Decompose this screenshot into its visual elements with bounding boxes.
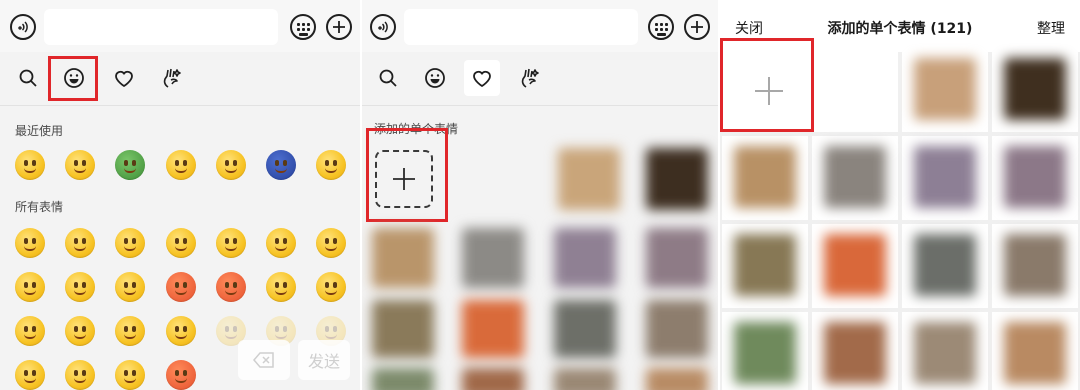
sticker-thumb[interactable] xyxy=(554,368,616,390)
sticker-thumb[interactable] xyxy=(992,224,1078,308)
sticker-thumb[interactable] xyxy=(646,368,708,390)
sticker-thumb[interactable] xyxy=(646,228,708,288)
favorites-tab[interactable] xyxy=(464,60,500,96)
send-button[interactable]: 发送 xyxy=(298,340,350,380)
voice-icon[interactable] xyxy=(370,14,396,40)
emoji-item[interactable] xyxy=(266,150,296,180)
emoji-item[interactable] xyxy=(115,316,145,346)
emoji-item[interactable] xyxy=(65,272,95,302)
sticker-thumb[interactable] xyxy=(646,300,708,358)
sticker-thumb[interactable] xyxy=(722,136,808,220)
emoji-item[interactable] xyxy=(216,272,246,302)
sticker-thumb[interactable] xyxy=(554,228,616,288)
emoji-item[interactable] xyxy=(15,316,45,346)
sticker-thumb[interactable] xyxy=(812,224,898,308)
heart-icon xyxy=(473,70,491,88)
sticker-thumb[interactable] xyxy=(462,300,524,358)
add-sticker-highlight xyxy=(720,38,814,132)
emoji-item[interactable] xyxy=(65,228,95,258)
sticker-thumb[interactable] xyxy=(992,312,1078,390)
sticker-thumb[interactable] xyxy=(558,148,620,210)
emoji-item[interactable] xyxy=(316,150,346,180)
emoji-item[interactable] xyxy=(65,316,95,346)
sticker-thumb[interactable] xyxy=(992,136,1078,220)
plus-icon[interactable] xyxy=(684,14,710,40)
sticker-thumb[interactable] xyxy=(722,224,808,308)
keyboard-icon[interactable] xyxy=(648,14,674,40)
emoji-item[interactable] xyxy=(115,228,145,258)
emoji-item[interactable] xyxy=(115,360,145,390)
emoji-item[interactable] xyxy=(15,272,45,302)
search-icon[interactable] xyxy=(370,60,406,96)
hand-sticker-icon[interactable] xyxy=(154,60,190,96)
emoji-item[interactable] xyxy=(216,150,246,180)
sticker-thumb[interactable] xyxy=(554,300,616,358)
page-title: 添加的单个表情 (121) xyxy=(827,21,973,37)
search-icon[interactable] xyxy=(10,60,46,96)
input-bar xyxy=(0,0,360,52)
emoji-item[interactable] xyxy=(166,150,196,180)
heart-icon[interactable] xyxy=(106,60,142,96)
voice-icon[interactable] xyxy=(10,14,36,40)
backspace-icon xyxy=(253,352,274,368)
sticker-thumb[interactable] xyxy=(992,48,1078,132)
sticker-thumb[interactable] xyxy=(646,148,708,210)
emoji-item[interactable] xyxy=(266,228,296,258)
all-section-label: 所有表情 xyxy=(15,200,64,214)
sticker-manager-panel: 关闭 添加的单个表情 (121) 整理 xyxy=(720,0,1080,390)
sticker-thumb[interactable] xyxy=(372,228,434,288)
emoji-item[interactable] xyxy=(166,316,196,346)
keyboard-icon[interactable] xyxy=(290,14,316,40)
emoji-item[interactable] xyxy=(115,150,145,180)
delete-button[interactable] xyxy=(238,340,290,380)
emoji-tab-icon[interactable] xyxy=(417,60,453,96)
sticker-thumb[interactable] xyxy=(462,228,524,288)
emoji-item[interactable] xyxy=(65,360,95,390)
plus-icon[interactable] xyxy=(326,14,352,40)
sticker-thumb[interactable] xyxy=(812,312,898,390)
sticker-thumb[interactable] xyxy=(902,48,988,132)
sticker-thumb[interactable] xyxy=(812,136,898,220)
emoji-item[interactable] xyxy=(65,150,95,180)
sticker-thumb[interactable] xyxy=(372,300,434,358)
emoji-item[interactable] xyxy=(15,150,45,180)
hand-sticker-icon[interactable] xyxy=(512,60,548,96)
emoji-item[interactable] xyxy=(15,228,45,258)
message-input[interactable] xyxy=(404,9,638,45)
emoji-item[interactable] xyxy=(316,228,346,258)
input-bar xyxy=(362,0,718,52)
emoji-item[interactable] xyxy=(166,272,196,302)
emoji-item[interactable] xyxy=(166,228,196,258)
add-sticker-highlight xyxy=(366,128,448,222)
sticker-thumb[interactable] xyxy=(902,312,988,390)
emoji-item[interactable] xyxy=(166,360,196,390)
emoji-item[interactable] xyxy=(316,272,346,302)
sticker-thumb[interactable] xyxy=(372,368,434,390)
recent-section-label: 最近使用 xyxy=(15,124,64,138)
emoji-item[interactable] xyxy=(115,272,145,302)
sticker-toolbar xyxy=(362,52,718,106)
emoji-tab-highlight xyxy=(48,56,98,101)
message-input[interactable] xyxy=(44,9,278,45)
manage-button[interactable]: 整理 xyxy=(1037,18,1065,38)
sticker-thumb[interactable] xyxy=(462,368,524,390)
emoji-item[interactable] xyxy=(216,228,246,258)
sticker-thumb[interactable] xyxy=(902,136,988,220)
sticker-thumb[interactable] xyxy=(902,224,988,308)
emoji-item[interactable] xyxy=(15,360,45,390)
emoji-panel-left: 最近使用 所有表情 发送 xyxy=(0,0,360,390)
sticker-panel-middle: 添加的单个表情 xyxy=(362,0,718,390)
emoji-item[interactable] xyxy=(266,272,296,302)
sticker-thumb[interactable] xyxy=(722,312,808,390)
